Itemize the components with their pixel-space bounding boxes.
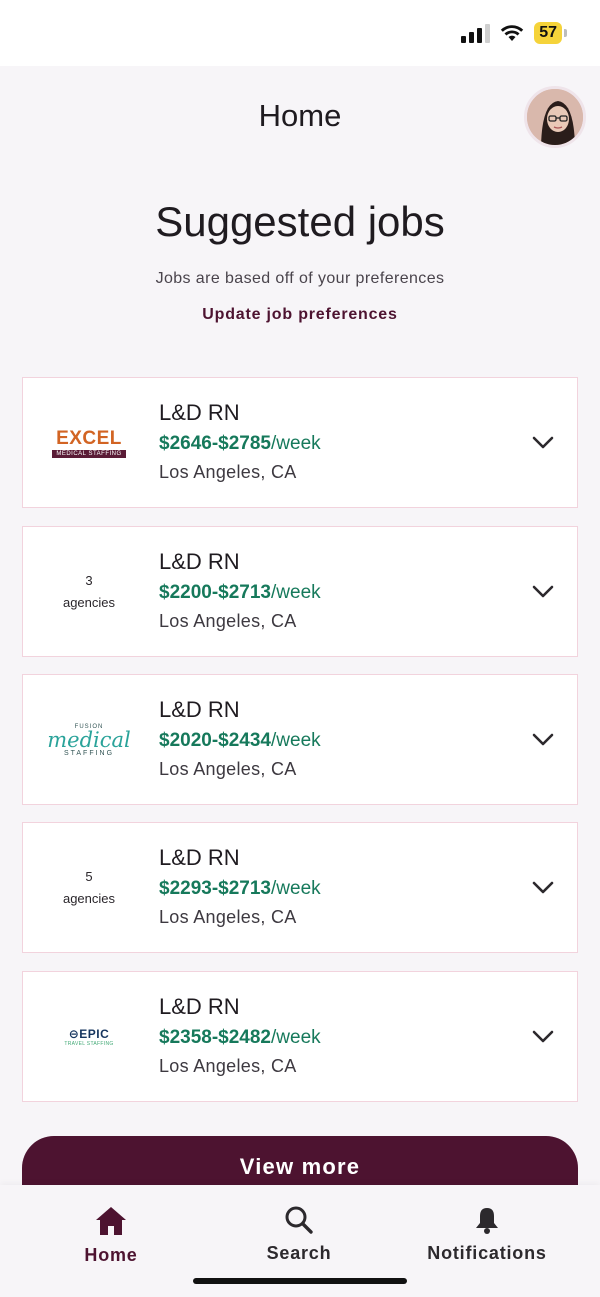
job-location: Los Angeles, CA	[159, 462, 297, 482]
chevron-down-icon[interactable]	[531, 579, 555, 603]
job-card[interactable]: EXCEL MEDICAL STAFFING L&D RN $2646-$278…	[22, 377, 578, 508]
wifi-icon	[501, 25, 524, 41]
chevron-down-icon[interactable]	[531, 1024, 555, 1048]
pay-unit: /week	[271, 582, 321, 603]
page-title: Home	[258, 98, 342, 133]
logo-subtext: TRAVEL STAFFING	[64, 1041, 114, 1047]
job-pay: $2200-$2713/week	[159, 582, 321, 604]
avatar[interactable]	[524, 86, 586, 148]
bell-icon	[476, 1208, 498, 1234]
nav-home-label: Home	[84, 1245, 138, 1265]
search-icon	[285, 1206, 313, 1234]
job-pay: $2293-$2713/week	[159, 878, 321, 900]
job-location: Los Angeles, CA	[159, 611, 297, 631]
chevron-down-icon[interactable]	[531, 727, 555, 751]
chevron-down-icon[interactable]	[531, 875, 555, 899]
epic-logo: ⊖EPIC TRAVEL STAFFING	[43, 1002, 135, 1072]
job-title: L&D RN	[159, 400, 240, 425]
excel-logo: EXCEL MEDICAL STAFFING	[43, 408, 135, 478]
job-title: L&D RN	[159, 549, 240, 574]
agencies-badge: 5 agencies	[43, 853, 135, 923]
pay-unit: /week	[271, 433, 321, 454]
avatar-portrait-icon	[527, 89, 583, 145]
pay-range: $2020-$2434	[159, 730, 271, 751]
pay-range: $2646-$2785	[159, 433, 271, 454]
job-card[interactable]: FUSION medical STAFFING L&D RN $2020-$24…	[22, 674, 578, 805]
logo-text: EXCEL	[56, 428, 122, 449]
job-pay: $2020-$2434/week	[159, 730, 321, 752]
header: Home	[0, 66, 600, 166]
job-pay: $2358-$2482/week	[159, 1027, 321, 1049]
home-indicator	[193, 1278, 407, 1284]
pay-unit: /week	[271, 1027, 321, 1048]
nav-notifications[interactable]: Notifications	[418, 1205, 556, 1264]
agencies-label: agencies	[62, 891, 116, 906]
agencies-badge: 3 agencies	[43, 557, 135, 627]
logo-text: ⊖EPIC	[68, 1027, 110, 1041]
status-bar: 57	[0, 0, 600, 66]
nav-search-label: Search	[266, 1243, 332, 1263]
logo-subtext: MEDICAL STAFFING	[52, 450, 126, 458]
job-title: L&D RN	[159, 697, 240, 722]
home-icon	[96, 1207, 126, 1235]
job-location: Los Angeles, CA	[159, 759, 297, 779]
pay-range: $2293-$2713	[159, 878, 271, 899]
job-title: L&D RN	[159, 845, 240, 870]
pay-range: $2200-$2713	[159, 582, 271, 603]
update-preferences-link[interactable]: Update job preferences	[0, 306, 600, 324]
battery-indicator: 57	[534, 22, 567, 44]
logo-subtext: STAFFING	[63, 749, 115, 757]
job-location: Los Angeles, CA	[159, 1056, 297, 1076]
nav-notifications-label: Notifications	[427, 1243, 547, 1263]
chevron-down-icon[interactable]	[531, 430, 555, 454]
pay-unit: /week	[271, 730, 321, 751]
job-card[interactable]: 3 agencies L&D RN $2200-$2713/week Los A…	[22, 526, 578, 657]
nav-home[interactable]: Home	[68, 1205, 154, 1266]
job-title: L&D RN	[159, 994, 240, 1019]
agencies-label: agencies	[62, 595, 116, 610]
logo-text: medical	[47, 727, 131, 752]
agencies-count: 3	[85, 573, 93, 588]
section-title: Suggested jobs	[155, 198, 445, 245]
job-pay: $2646-$2785/week	[159, 433, 321, 455]
pay-unit: /week	[271, 878, 321, 899]
agencies-count: 5	[85, 869, 93, 884]
fusion-logo: FUSION medical STAFFING	[43, 705, 135, 775]
cellular-signal-icon	[461, 23, 491, 43]
section-subtitle: Jobs are based off of your preferences	[155, 270, 445, 287]
job-card[interactable]: 5 agencies L&D RN $2293-$2713/week Los A…	[22, 822, 578, 953]
pay-range: $2358-$2482	[159, 1027, 271, 1048]
nav-search[interactable]: Search	[252, 1205, 346, 1264]
job-card[interactable]: ⊖EPIC TRAVEL STAFFING L&D RN $2358-$2482…	[22, 971, 578, 1102]
status-icons: 57	[461, 22, 567, 44]
job-location: Los Angeles, CA	[159, 907, 297, 927]
